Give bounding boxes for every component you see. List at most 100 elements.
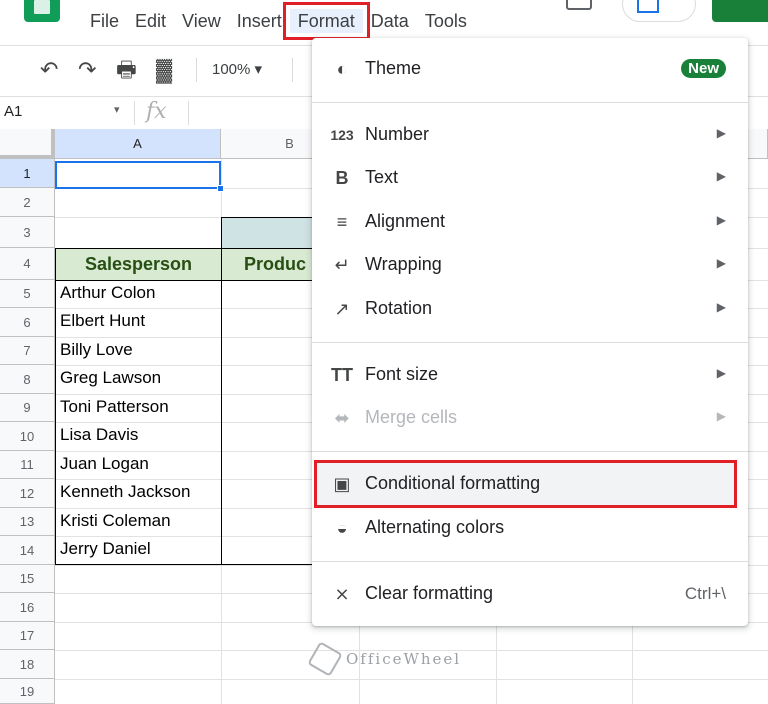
text-size-icon: TT	[331, 365, 353, 385]
menu-tools[interactable]: Tools	[417, 9, 475, 33]
format-menu: ◐ Theme New 123 Number ▶ B Text ▶ ≡ Alig…	[312, 38, 748, 626]
menu-file[interactable]: File	[82, 9, 127, 33]
merge-icon: ⬌	[334, 408, 350, 428]
menu-item-alignment[interactable]: ≡ Alignment ▶	[312, 204, 748, 240]
submenu-arrow-icon: ▶	[716, 366, 726, 380]
table-border	[221, 280, 313, 565]
wrap-icon: ↵	[334, 255, 350, 275]
table-row[interactable]: Juan Logan	[55, 454, 221, 474]
row-header-11[interactable]: 11	[0, 451, 55, 479]
menu-item-rotation[interactable]: ↗ Rotation ▶	[312, 291, 748, 327]
row-header-3[interactable]: 3	[0, 217, 55, 248]
name-box[interactable]: A1	[4, 103, 22, 120]
table-row[interactable]: Jerry Daniel	[55, 539, 221, 559]
comment-icon[interactable]	[566, 0, 592, 10]
share-button[interactable]	[712, 0, 768, 22]
name-box-dropdown-icon[interactable]: ▾	[114, 103, 120, 116]
fill-handle[interactable]	[217, 185, 224, 192]
row-header-19[interactable]: 19	[0, 679, 55, 704]
row-header-18[interactable]: 18	[0, 650, 55, 679]
table-row[interactable]: Kristi Coleman	[55, 511, 221, 531]
row-header-5[interactable]: 5	[0, 280, 55, 308]
menu-insert[interactable]: Insert	[229, 9, 290, 33]
row-header-9[interactable]: 9	[0, 394, 55, 422]
menu-item-label: Alignment	[365, 211, 446, 231]
sheets-logo-icon[interactable]	[24, 0, 60, 22]
submenu-arrow-icon: ▶	[716, 409, 726, 423]
menu-item-label: Rotation	[365, 298, 433, 318]
selected-cell-a1[interactable]	[55, 161, 221, 189]
column-header-a[interactable]: A	[55, 129, 221, 159]
menu-item-clear-formatting[interactable]: ⨯ Clear formatting Ctrl+\	[312, 576, 748, 612]
row-header-4[interactable]: 4	[0, 248, 55, 280]
row-header-8[interactable]: 8	[0, 365, 55, 394]
watermark: OfficeWheel	[307, 641, 462, 677]
menu-item-theme[interactable]: ◐ Theme New	[312, 51, 748, 87]
row-header-1[interactable]: 1	[0, 159, 55, 188]
toolbar-divider	[292, 58, 293, 82]
row-header-7[interactable]: 7	[0, 337, 55, 365]
table-row[interactable]: Billy Love	[55, 340, 221, 360]
menu-item-label: Text	[365, 167, 399, 187]
menu-item-label: Wrapping	[365, 254, 442, 274]
menu-data[interactable]: Data	[363, 9, 417, 33]
menu-item-merge-cells[interactable]: ⬌ Merge cells ▶	[312, 400, 748, 436]
new-badge: New	[681, 59, 726, 78]
table-row[interactable]: Lisa Davis	[55, 425, 221, 445]
submenu-arrow-icon: ▶	[716, 169, 726, 183]
submenu-arrow-icon: ▶	[716, 213, 726, 227]
table-row[interactable]: Arthur Colon	[55, 283, 221, 303]
align-left-icon: ≡	[336, 212, 348, 232]
bold-icon: B	[335, 168, 349, 188]
watermark-text: OfficeWheel	[346, 650, 462, 668]
merged-header-cell-b3[interactable]	[221, 217, 313, 248]
table-row[interactable]: Greg Lawson	[55, 368, 221, 388]
rotate-icon: ↗	[334, 299, 350, 319]
menu-bar: File Edit View Insert Format Data Tools	[82, 2, 475, 40]
row-header-6[interactable]: 6	[0, 308, 55, 337]
row-header-15[interactable]: 15	[0, 565, 55, 593]
print-icon[interactable]: 🖶	[116, 58, 137, 82]
menu-item-alternating-colors[interactable]: ◒ Alternating colors	[312, 510, 748, 546]
menu-format[interactable]: Format	[282, 2, 370, 40]
redo-icon[interactable]: ↷	[78, 58, 96, 82]
menu-item-label: Conditional formatting	[365, 473, 541, 493]
shortcut-hint: Ctrl+\	[684, 584, 726, 603]
submenu-arrow-icon: ▶	[716, 300, 726, 314]
menu-item-number[interactable]: 123 Number ▶	[312, 117, 748, 153]
menu-item-text[interactable]: B Text ▶	[312, 160, 748, 196]
present-button[interactable]	[622, 0, 696, 22]
row-header-14[interactable]: 14	[0, 536, 55, 565]
row-header-10[interactable]: 10	[0, 422, 55, 451]
fx-icon: fx	[146, 99, 167, 124]
paint-roller-icon: ▣	[333, 474, 351, 494]
menu-item-conditional-formatting[interactable]: ▣ Conditional formatting	[312, 466, 748, 502]
menu-item-label: Number	[365, 124, 430, 144]
menu-item-label: Clear formatting	[365, 583, 494, 603]
formula-divider	[134, 101, 135, 125]
row-header-12[interactable]: 12	[0, 479, 55, 508]
menu-divider	[312, 451, 748, 452]
menu-divider	[312, 342, 748, 343]
row-header-17[interactable]: 17	[0, 622, 55, 650]
table-row[interactable]: Elbert Hunt	[55, 311, 221, 331]
menu-edit[interactable]: Edit	[127, 9, 174, 33]
menu-item-label: Theme	[365, 58, 422, 78]
row-header-16[interactable]: 16	[0, 593, 55, 622]
paint-format-icon[interactable]: ▓	[156, 58, 172, 82]
zoom-select[interactable]: 100% ▾	[212, 60, 262, 78]
header-cell-product[interactable]: Produc	[221, 248, 313, 281]
undo-icon[interactable]: ↶	[40, 58, 58, 82]
table-row[interactable]: Toni Patterson	[55, 397, 221, 417]
table-row[interactable]: Kenneth Jackson	[55, 482, 221, 502]
menu-item-wrapping[interactable]: ↵ Wrapping ▶	[312, 247, 748, 283]
row-header-13[interactable]: 13	[0, 508, 55, 536]
header-cell-salesperson[interactable]: Salesperson	[55, 248, 222, 281]
menu-item-label: Font size	[365, 364, 439, 384]
menu-item-font-size[interactable]: TT Font size ▶	[312, 357, 748, 393]
gridline	[55, 679, 768, 680]
123-icon: 123	[330, 127, 354, 143]
menu-view[interactable]: View	[174, 9, 229, 33]
row-header-2[interactable]: 2	[0, 188, 55, 217]
select-all-corner[interactable]	[0, 129, 55, 159]
